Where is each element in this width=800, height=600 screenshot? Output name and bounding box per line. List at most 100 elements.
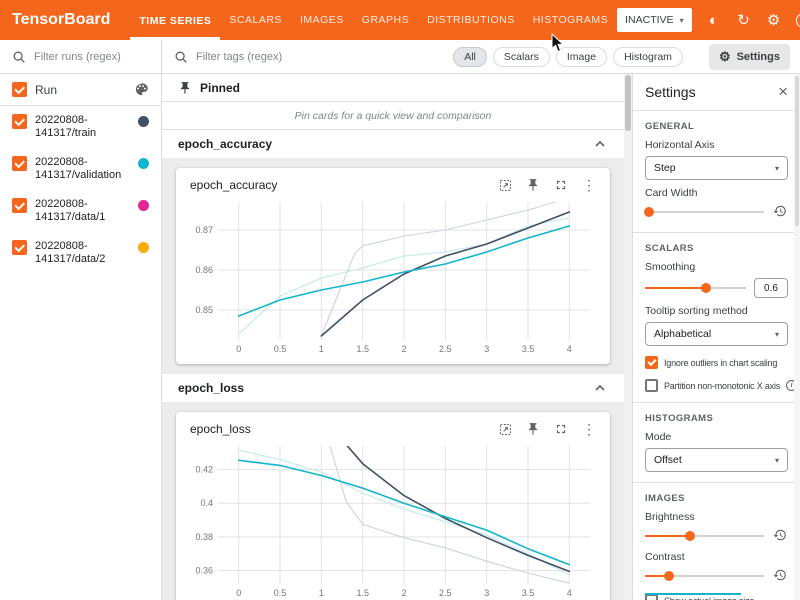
status-label: INACTIVE <box>625 14 673 26</box>
search-icon <box>12 50 26 64</box>
contrast-label: Contrast <box>645 551 788 563</box>
card-toolbar: ⋮ <box>496 420 598 438</box>
chevron-down-icon: ▾ <box>775 456 779 465</box>
tab-distributions[interactable]: DISTRIBUTIONS <box>418 0 524 40</box>
settings-scrollbar-thumb[interactable] <box>795 76 799 226</box>
chip-scalars[interactable]: Scalars <box>493 47 550 67</box>
more-options-icon[interactable]: ⋮ <box>580 176 598 194</box>
chevron-up-icon[interactable] <box>592 381 608 395</box>
gear-icon: ⚙ <box>719 49 731 65</box>
fullscreen-icon[interactable] <box>552 176 570 194</box>
card-width-slider[interactable] <box>645 204 764 220</box>
tooltip-sorting-select[interactable]: Alphabetical ▾ <box>645 322 788 346</box>
run-column-label: Run <box>35 83 126 97</box>
tab-images[interactable]: IMAGES <box>291 0 353 40</box>
run-row-data-1[interactable]: 20220808-141317/data/1 <box>0 190 161 232</box>
ignore-outliers-row: Ignore outliers in chart scaling <box>645 356 788 369</box>
scalar-card-epoch-loss: epoch_loss ⋮ 00.511.522.533.540.360.380.… <box>176 412 610 600</box>
help-icon[interactable]: ? <box>792 8 800 32</box>
run-row-train[interactable]: 20220808-141317/train <box>0 106 161 148</box>
theme-toggle-icon[interactable]: ◐ <box>702 8 726 32</box>
reset-icon[interactable] <box>772 204 788 220</box>
more-options-icon[interactable]: ⋮ <box>580 420 598 438</box>
run-checkbox[interactable] <box>12 198 27 213</box>
fullscreen-icon[interactable] <box>552 420 570 438</box>
chip-histogram[interactable]: Histogram <box>613 47 683 67</box>
brightness-slider[interactable] <box>645 528 764 544</box>
fit-domain-icon[interactable] <box>496 420 514 438</box>
run-name: 20220808-141317/data/1 <box>35 198 130 224</box>
tab-scalars[interactable]: SCALARS <box>220 0 291 40</box>
partition-x-axis-row: Partition non-monotonic X axis i <box>645 379 788 392</box>
chevron-down-icon: ▾ <box>775 164 779 173</box>
section-title: epoch_accuracy <box>178 137 592 151</box>
fit-domain-icon[interactable] <box>496 176 514 194</box>
main-scrollbar-thumb[interactable] <box>625 75 631 131</box>
horizontal-axis-label: Horizontal Axis <box>645 139 788 151</box>
partition-x-axis-checkbox[interactable] <box>645 379 658 392</box>
run-color-dot[interactable] <box>138 116 149 127</box>
horizontal-axis-value: Step <box>654 162 676 174</box>
tab-time-series[interactable]: TIME SERIES <box>130 0 220 40</box>
filter-tags-input[interactable]: Filter tags (regex) All Scalars Image Hi… <box>162 40 695 73</box>
run-color-dot[interactable] <box>138 158 149 169</box>
reload-status-dropdown[interactable]: INACTIVE ▾ <box>617 8 691 32</box>
tab-histograms[interactable]: HISTOGRAMS <box>524 0 617 40</box>
general-heading: GENERAL <box>645 121 788 132</box>
card-width-label: Card Width <box>645 187 788 199</box>
svg-text:0.42: 0.42 <box>195 465 213 475</box>
svg-text:2: 2 <box>401 344 406 354</box>
card-group-epoch-accuracy: epoch_accuracy ⋮ 00.511.522.533.540.850.… <box>162 158 624 374</box>
card-group-epoch-loss: epoch_loss ⋮ 00.511.522.533.540.360.380.… <box>162 402 624 600</box>
gear-icon[interactable]: ⚙ <box>762 8 786 32</box>
settings-button[interactable]: ⚙ Settings <box>709 44 790 70</box>
run-color-dot[interactable] <box>138 200 149 211</box>
run-checkbox[interactable] <box>12 114 27 129</box>
epoch-loss-chart[interactable]: 00.511.522.533.540.360.380.40.42 <box>186 440 598 600</box>
run-color-dot[interactable] <box>138 242 149 253</box>
settings-histograms-section: HISTOGRAMS Mode Offset ▾ <box>633 403 800 483</box>
brightness-label: Brightness <box>645 511 788 523</box>
palette-icon[interactable] <box>134 82 149 97</box>
tab-graphs[interactable]: GRAPHS <box>353 0 418 40</box>
pin-icon[interactable] <box>524 420 542 438</box>
chip-all[interactable]: All <box>453 47 487 67</box>
horizontal-axis-select[interactable]: Step ▾ <box>645 156 788 180</box>
card-width-control <box>645 204 788 220</box>
svg-text:1.5: 1.5 <box>356 588 369 598</box>
chevron-up-icon[interactable] <box>592 137 608 151</box>
refresh-icon[interactable]: ↻ <box>732 8 756 32</box>
show-actual-size-label: Show actual image size <box>664 596 754 600</box>
smoothing-value-input[interactable]: 0.6 <box>754 278 788 298</box>
contrast-slider[interactable] <box>645 568 764 584</box>
select-all-runs-checkbox[interactable] <box>12 82 27 97</box>
reset-icon[interactable] <box>772 568 788 584</box>
histogram-mode-select[interactable]: Offset ▾ <box>645 448 788 472</box>
scalar-card-epoch-accuracy: epoch_accuracy ⋮ 00.511.522.533.540.850.… <box>176 168 610 364</box>
svg-text:0.4: 0.4 <box>200 498 213 508</box>
svg-text:0.5: 0.5 <box>274 588 287 598</box>
ignore-outliers-checkbox[interactable] <box>645 356 658 369</box>
filter-runs-input[interactable]: Filter runs (regex) <box>0 40 162 73</box>
chip-image[interactable]: Image <box>556 47 607 67</box>
svg-text:4: 4 <box>567 344 572 354</box>
header-icon-group: ◐ ↻ ⚙ ? <box>702 8 800 32</box>
runs-sidebar: Run 20220808-141317/train 20220808-14131… <box>0 74 162 600</box>
top-header: TensorBoard TIME SERIES SCALARS IMAGES G… <box>0 0 800 40</box>
smoothing-slider[interactable] <box>645 280 746 296</box>
run-row-data-2[interactable]: 20220808-141317/data/2 <box>0 232 161 274</box>
svg-text:0.86: 0.86 <box>195 265 213 275</box>
run-row-validation[interactable]: 20220808-141317/validation <box>0 148 161 190</box>
histogram-mode-value: Offset <box>654 454 682 466</box>
smoothing-label: Smoothing <box>645 261 788 273</box>
epoch-accuracy-chart[interactable]: 00.511.522.533.540.850.860.87 <box>186 196 598 356</box>
run-checkbox[interactable] <box>12 156 27 171</box>
svg-text:4: 4 <box>567 588 572 598</box>
run-checkbox[interactable] <box>12 240 27 255</box>
svg-text:0.36: 0.36 <box>195 566 213 576</box>
app-logo: TensorBoard <box>12 11 110 29</box>
reset-icon[interactable] <box>772 528 788 544</box>
card-header: epoch_loss ⋮ <box>186 418 600 440</box>
close-icon[interactable]: × <box>778 85 788 99</box>
pin-icon[interactable] <box>524 176 542 194</box>
